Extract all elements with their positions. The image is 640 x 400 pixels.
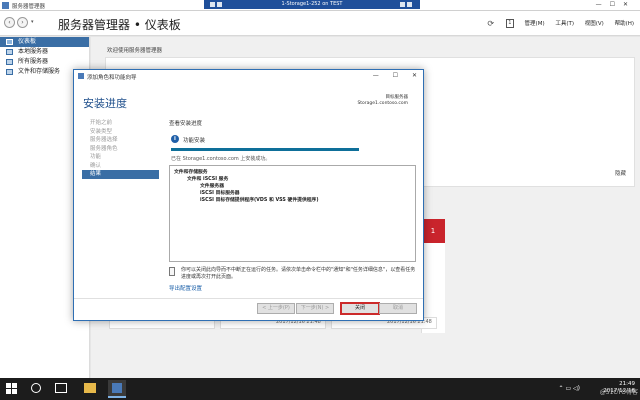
refresh-icon[interactable]: ⟳ (487, 19, 494, 28)
wizard-step: 功能 (90, 154, 102, 160)
file-explorer-icon[interactable] (84, 383, 96, 393)
server-icon (6, 49, 13, 55)
note-icon (169, 267, 175, 276)
list-item: 文件和存储服务 (174, 170, 208, 175)
back-button[interactable]: ‹ (4, 17, 15, 28)
remote-session-bar[interactable]: 1-Storage1-252 on TEST (204, 0, 420, 20)
notifications-flag-icon[interactable]: 1 (505, 19, 514, 28)
sidebar-item-all-servers[interactable]: 所有服务器 (0, 57, 89, 67)
remote-session-label: 1-Storage1-252 on TEST (281, 1, 343, 7)
task-view-icon[interactable] (55, 383, 67, 393)
storage-icon (6, 69, 13, 75)
wizard-icon (78, 73, 84, 79)
install-info-row: i 功能安装 (169, 135, 419, 145)
forward-button[interactable]: › (17, 17, 28, 28)
watermark: @51CTO博客 (599, 389, 638, 396)
sidebar-item-label: 本地服务器 (18, 48, 49, 55)
remote-pin-icons[interactable] (208, 0, 224, 9)
menu-view[interactable]: 视图(V) (585, 21, 604, 27)
server-manager-header: ‹ › ▾ 服务器管理器 • 仪表板 ⟳ 1 管理(M) 工具(T) 视图(V)… (0, 11, 640, 36)
sidebar-item-label: 所有服务器 (18, 58, 49, 65)
wizard-heading: 安装进度 (83, 97, 127, 110)
wizard-title: 添加角色和功能向导 (87, 75, 137, 81)
taskbar: ⌃ ▭ ◁) 21:49 2017/12/16 @51CTO博客 (0, 378, 640, 400)
maximize-button[interactable]: ☐ (610, 1, 623, 8)
sidebar-item-label: 文件和存储服务 (18, 68, 61, 75)
hide-link[interactable]: 隐藏 (615, 169, 626, 177)
minimize-button[interactable]: — (373, 72, 379, 79)
wizard-step: 确认 (90, 162, 102, 169)
install-status-text: 已在 Storage1.contoso.com 上安装成功。 (171, 156, 271, 162)
sidebar-item-dashboard[interactable]: 仪表板 (0, 37, 89, 47)
start-button[interactable] (6, 383, 17, 394)
app-title: 服务器管理器 (12, 4, 46, 10)
wizard-step: 服务器选择 (90, 137, 118, 143)
forward-arrow-icon: › (21, 19, 24, 26)
minimize-button[interactable]: — (596, 1, 610, 8)
server-manager-taskbar-icon[interactable] (108, 380, 126, 398)
list-item: 文件服务器 (200, 184, 224, 189)
previous-button[interactable]: < 上一步(P) (257, 303, 295, 314)
dashboard-icon (6, 39, 13, 45)
header-menu: ⟳ 1 管理(M) 工具(T) 视图(V) 帮助(H) (477, 19, 634, 28)
add-roles-wizard-dialog: 添加角色和功能向导 — ☐ ✕ 安装进度 目标服务器 Storage1.cont… (73, 69, 424, 321)
list-item: iSCSI 目标存储提供程序(VDS 和 VSS 硬件提供程序) (200, 198, 319, 203)
note-text: 你可以关闭此向导而不中断正在运行的任务。请依次单击命令栏中的"通知"和"任务详细… (181, 267, 416, 280)
close-dialog-button[interactable]: ✕ (412, 72, 417, 79)
destination-server-name: Storage1.contoso.com (357, 101, 408, 106)
remote-window-controls[interactable] (396, 0, 416, 20)
info-icon: i (171, 135, 179, 143)
install-label: 功能安装 (183, 138, 206, 144)
install-results-list[interactable]: 文件和存储服务 文件和 iSCSI 服务 文件服务器 iSCSI 目标服务器 i… (169, 165, 416, 262)
app-titlebar: 服务器管理器 1-Storage1-252 on TEST —☐✕ (0, 0, 640, 20)
next-button[interactable]: 下一步(N) > (296, 303, 334, 314)
menu-tools[interactable]: 工具(T) (555, 21, 574, 27)
window-controls[interactable]: —☐✕ (596, 1, 636, 8)
wizard-step-current[interactable]: 结果 (82, 170, 159, 179)
history-dropdown-icon[interactable]: ▾ (31, 19, 34, 25)
wizard-titlebar: 添加角色和功能向导 — ☐ ✕ (74, 70, 423, 82)
wizard-step: 开始之前 (90, 120, 113, 126)
wizard-step: 服务器角色 (90, 145, 118, 152)
wizard-steps: 开始之前 安装类型 服务器选择 服务器角色 功能 确认 结果 (82, 119, 159, 179)
list-item: iSCSI 目标服务器 (200, 191, 240, 196)
progress-subheading: 查看安装进度 (169, 121, 203, 127)
menu-help[interactable]: 帮助(H) (615, 21, 634, 27)
export-config-link[interactable]: 导出配置设置 (169, 284, 202, 292)
divider (74, 298, 423, 299)
close-window-button[interactable]: ✕ (623, 1, 636, 8)
welcome-heading: 欢迎使用服务器管理器 (107, 48, 163, 54)
wizard-step: 安装类型 (90, 128, 113, 135)
wizard-window-controls: — ☐ ✕ (361, 72, 417, 79)
server-manager-icon (2, 2, 9, 9)
install-progress-bar (171, 148, 359, 151)
list-item: 文件和 iSCSI 服务 (187, 177, 229, 182)
servers-icon (6, 59, 13, 65)
back-arrow-icon: ‹ (8, 19, 11, 26)
menu-manage[interactable]: 管理(M) (525, 21, 545, 27)
tray-icons[interactable]: ⌃ ▭ ◁) (559, 385, 580, 392)
maximize-button[interactable]: ☐ (393, 72, 398, 79)
sidebar-item-label: 仪表板 (18, 38, 37, 45)
sidebar-item-local-server[interactable]: 本地服务器 (0, 47, 89, 57)
alert-count-badge[interactable]: 1 (421, 219, 445, 243)
cancel-button[interactable]: 取消 (379, 303, 417, 314)
close-button[interactable]: 关闭 (341, 303, 379, 314)
wizard-content: 查看安装进度 i 功能安装 已在 Storage1.contoso.com 上安… (169, 119, 419, 162)
page-title: 服务器管理器 • 仪表板 (58, 18, 181, 32)
search-icon[interactable] (31, 383, 41, 393)
destination-server: 目标服务器 Storage1.contoso.com (357, 95, 408, 107)
